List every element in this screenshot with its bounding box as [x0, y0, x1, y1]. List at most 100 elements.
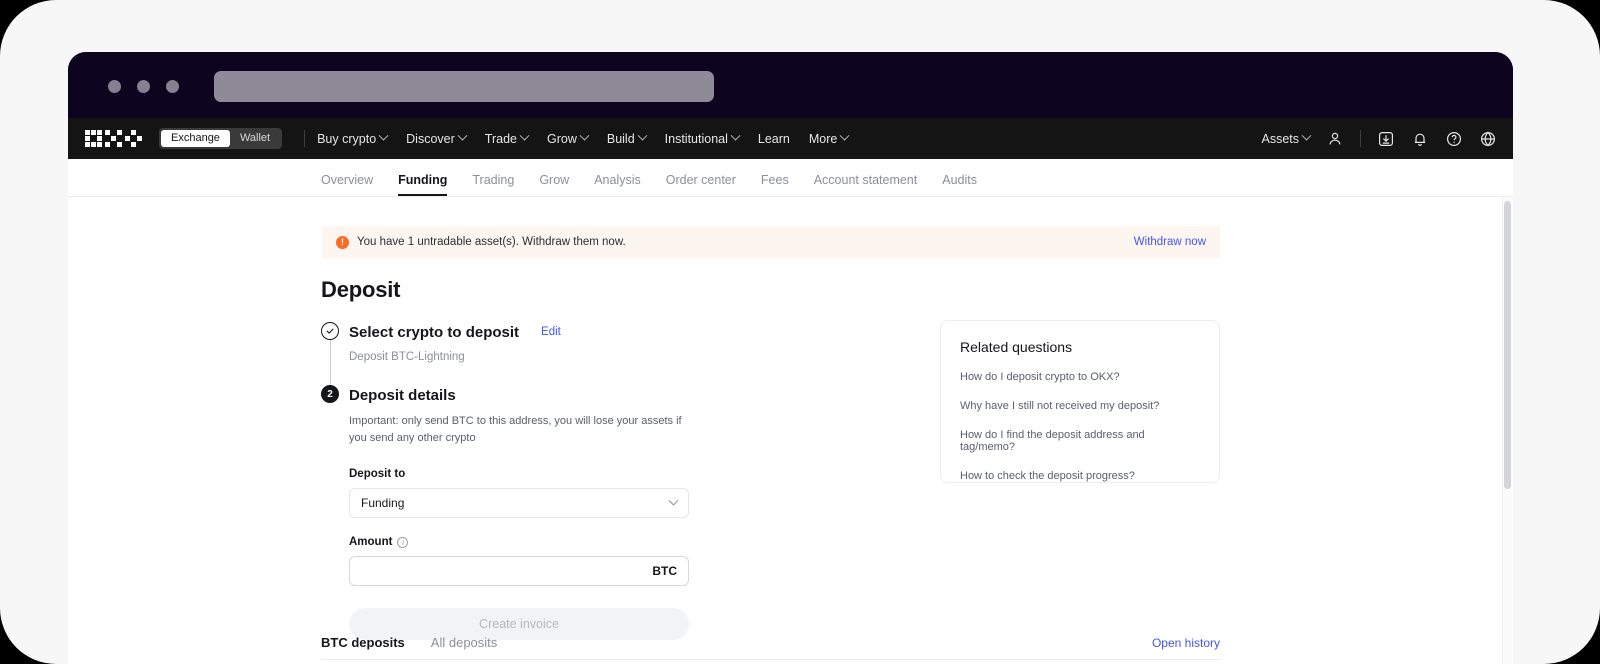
tab-audits[interactable]: Audits [942, 173, 977, 196]
tab-grow[interactable]: Grow [539, 173, 569, 196]
browser-chrome [68, 52, 1513, 118]
untradable-asset-alert: ! You have 1 untradable asset(s). Withdr… [322, 226, 1220, 258]
menu-item-discover[interactable]: Discover [406, 130, 468, 146]
page-viewport: Exchange Wallet Buy crypto Discover Trad… [68, 118, 1513, 664]
toggle-option-exchange[interactable]: Exchange [161, 130, 230, 147]
deposit-to-label: Deposit to [349, 468, 406, 480]
vertical-scrollbar-thumb[interactable] [1504, 201, 1511, 489]
tab-funding[interactable]: Funding [398, 173, 448, 196]
top-navigation-bar: Exchange Wallet Buy crypto Discover Trad… [68, 118, 1513, 159]
vertical-scrollbar-track[interactable] [1502, 197, 1513, 664]
chevron-down-icon [457, 130, 468, 141]
nav-divider [304, 130, 306, 147]
menu-label: Institutional [664, 131, 728, 146]
amount-input[interactable]: BTC [349, 556, 689, 586]
related-question-link[interactable]: Why have I still not received my deposit… [960, 400, 1200, 412]
menu-item-trade[interactable]: Trade [484, 130, 530, 146]
nav-right-group: Assets [1261, 130, 1513, 148]
menu-item-buy-crypto[interactable]: Buy crypto [317, 130, 389, 146]
tab-btc-deposits[interactable]: BTC deposits [321, 635, 405, 656]
history-divider [321, 659, 1220, 660]
bell-icon[interactable] [1411, 130, 1429, 148]
exchange-wallet-toggle[interactable]: Exchange Wallet [159, 128, 283, 149]
menu-item-more[interactable]: More [808, 130, 850, 146]
chevron-down-icon [839, 130, 850, 141]
menu-label: More [808, 131, 838, 146]
menu-label: Discover [406, 131, 455, 146]
menu-label: Trade [484, 131, 517, 146]
chevron-down-icon [378, 130, 389, 141]
tab-trading[interactable]: Trading [472, 173, 514, 196]
step-2-description: Important: only send BTC to this address… [349, 415, 682, 444]
chevron-down-icon [637, 130, 648, 141]
related-questions-card: Related questions How do I deposit crypt… [940, 320, 1220, 483]
logo-glyph-k [105, 130, 122, 147]
user-icon[interactable] [1326, 130, 1344, 148]
help-icon[interactable] [1445, 130, 1463, 148]
step-2-header: 2 Deposit details [321, 385, 741, 405]
main-menu: Buy crypto Discover Trade Grow Build Ins… [317, 130, 850, 146]
menu-label: Grow [546, 131, 577, 146]
logo-glyph-o [85, 130, 102, 147]
menu-item-institutional[interactable]: Institutional [664, 130, 741, 146]
window-close-button[interactable] [108, 80, 121, 93]
alert-message: You have 1 untradable asset(s). Withdraw… [357, 236, 626, 248]
open-history-link[interactable]: Open history [1152, 636, 1220, 656]
menu-label: Build [606, 131, 635, 146]
chevron-down-icon [730, 130, 741, 141]
browser-window: Exchange Wallet Buy crypto Discover Trad… [68, 52, 1513, 664]
exclamation-icon: ! [336, 235, 349, 249]
related-questions-title: Related questions [960, 339, 1073, 355]
menu-item-grow[interactable]: Grow [546, 130, 590, 146]
assets-label: Assets [1261, 131, 1299, 146]
amount-currency-suffix: BTC [652, 564, 677, 578]
tab-account-statement[interactable]: Account statement [814, 173, 918, 196]
globe-icon[interactable] [1479, 130, 1497, 148]
chevron-down-icon [1301, 130, 1312, 141]
menu-label: Learn [757, 131, 790, 146]
tab-order-center[interactable]: Order center [666, 173, 736, 196]
assets-menu[interactable]: Assets [1261, 130, 1312, 146]
check-icon [321, 322, 339, 340]
tab-analysis[interactable]: Analysis [594, 173, 641, 196]
related-question-link[interactable]: How do I deposit crypto to OKX? [960, 371, 1200, 383]
deposit-steps: Select crypto to deposit Edit Deposit BT… [321, 322, 741, 640]
field-amount: Amount i BTC [349, 536, 689, 586]
window-minimize-button[interactable] [137, 80, 150, 93]
related-question-link[interactable]: How to check the deposit progress? [960, 470, 1200, 482]
logo-glyph-x [125, 130, 142, 147]
chevron-down-icon [519, 130, 530, 141]
deposit-form: Deposit to Funding Amount i BTC Create i… [349, 468, 689, 640]
window-maximize-button[interactable] [166, 80, 179, 93]
main-content: ! You have 1 untradable asset(s). Withdr… [68, 197, 1513, 664]
menu-item-build[interactable]: Build [606, 130, 648, 146]
step-1-title: Select crypto to deposit [349, 323, 520, 341]
toggle-option-wallet[interactable]: Wallet [230, 130, 280, 147]
info-icon[interactable]: i [397, 536, 409, 548]
menu-label: Buy crypto [317, 131, 377, 146]
edit-link[interactable]: Edit [541, 326, 561, 338]
amount-label-row: Amount i [349, 536, 689, 548]
related-question-link[interactable]: How do I find the deposit address and ta… [960, 429, 1200, 453]
okx-logo[interactable] [85, 130, 142, 147]
chevron-down-icon [668, 495, 679, 506]
withdraw-now-link[interactable]: Withdraw now [1134, 236, 1206, 248]
page-card: Exchange Wallet Buy crypto Discover Trad… [0, 0, 1600, 664]
step-1-select-crypto[interactable]: Select crypto to deposit Edit [321, 322, 741, 342]
history-tabs: BTC deposits All deposits [321, 635, 497, 656]
step-2-deposit-details: 2 Deposit details Important: only send B… [321, 385, 741, 640]
page-title: Deposit [321, 277, 401, 302]
tab-overview[interactable]: Overview [321, 173, 373, 196]
tab-all-deposits[interactable]: All deposits [431, 635, 497, 656]
deposit-to-select[interactable]: Funding [349, 488, 689, 518]
address-bar[interactable] [214, 71, 714, 102]
amount-label: Amount [349, 536, 393, 548]
field-deposit-to: Deposit to Funding [349, 468, 689, 518]
download-icon[interactable] [1377, 130, 1395, 148]
step-1-subtitle: Deposit BTC-Lightning [349, 351, 465, 363]
step-2-title: Deposit details [349, 386, 456, 404]
tab-fees[interactable]: Fees [761, 173, 789, 196]
sub-navigation-tabs: Overview Funding Trading Grow Analysis O… [68, 159, 1513, 197]
step-2-number-badge: 2 [321, 385, 339, 403]
menu-item-learn[interactable]: Learn [758, 132, 790, 146]
